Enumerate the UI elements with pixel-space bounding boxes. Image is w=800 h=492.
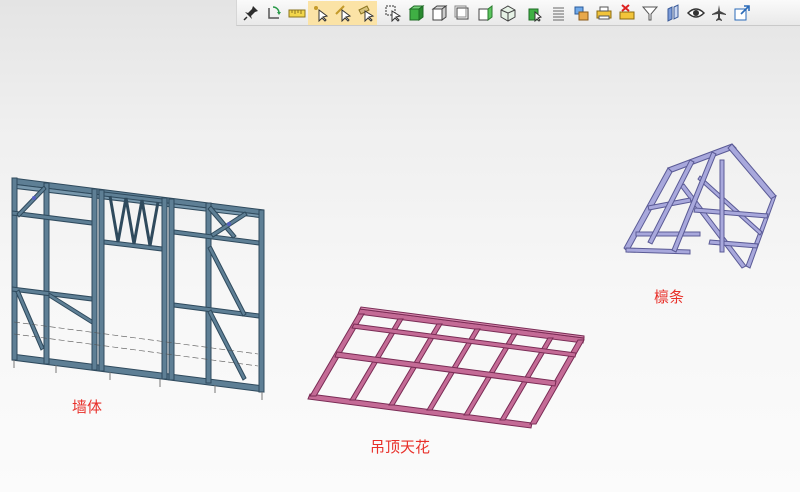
wall-label: 墙体 [72,398,103,416]
ceiling-frame-model[interactable] [307,306,585,429]
wall-frame-model[interactable] [11,177,265,400]
3d-viewport[interactable] [0,0,800,492]
ceiling-label: 吊顶天花 [370,438,431,456]
purlin-label: 檩条 [654,288,685,306]
purlin-frame-model[interactable] [623,143,777,269]
